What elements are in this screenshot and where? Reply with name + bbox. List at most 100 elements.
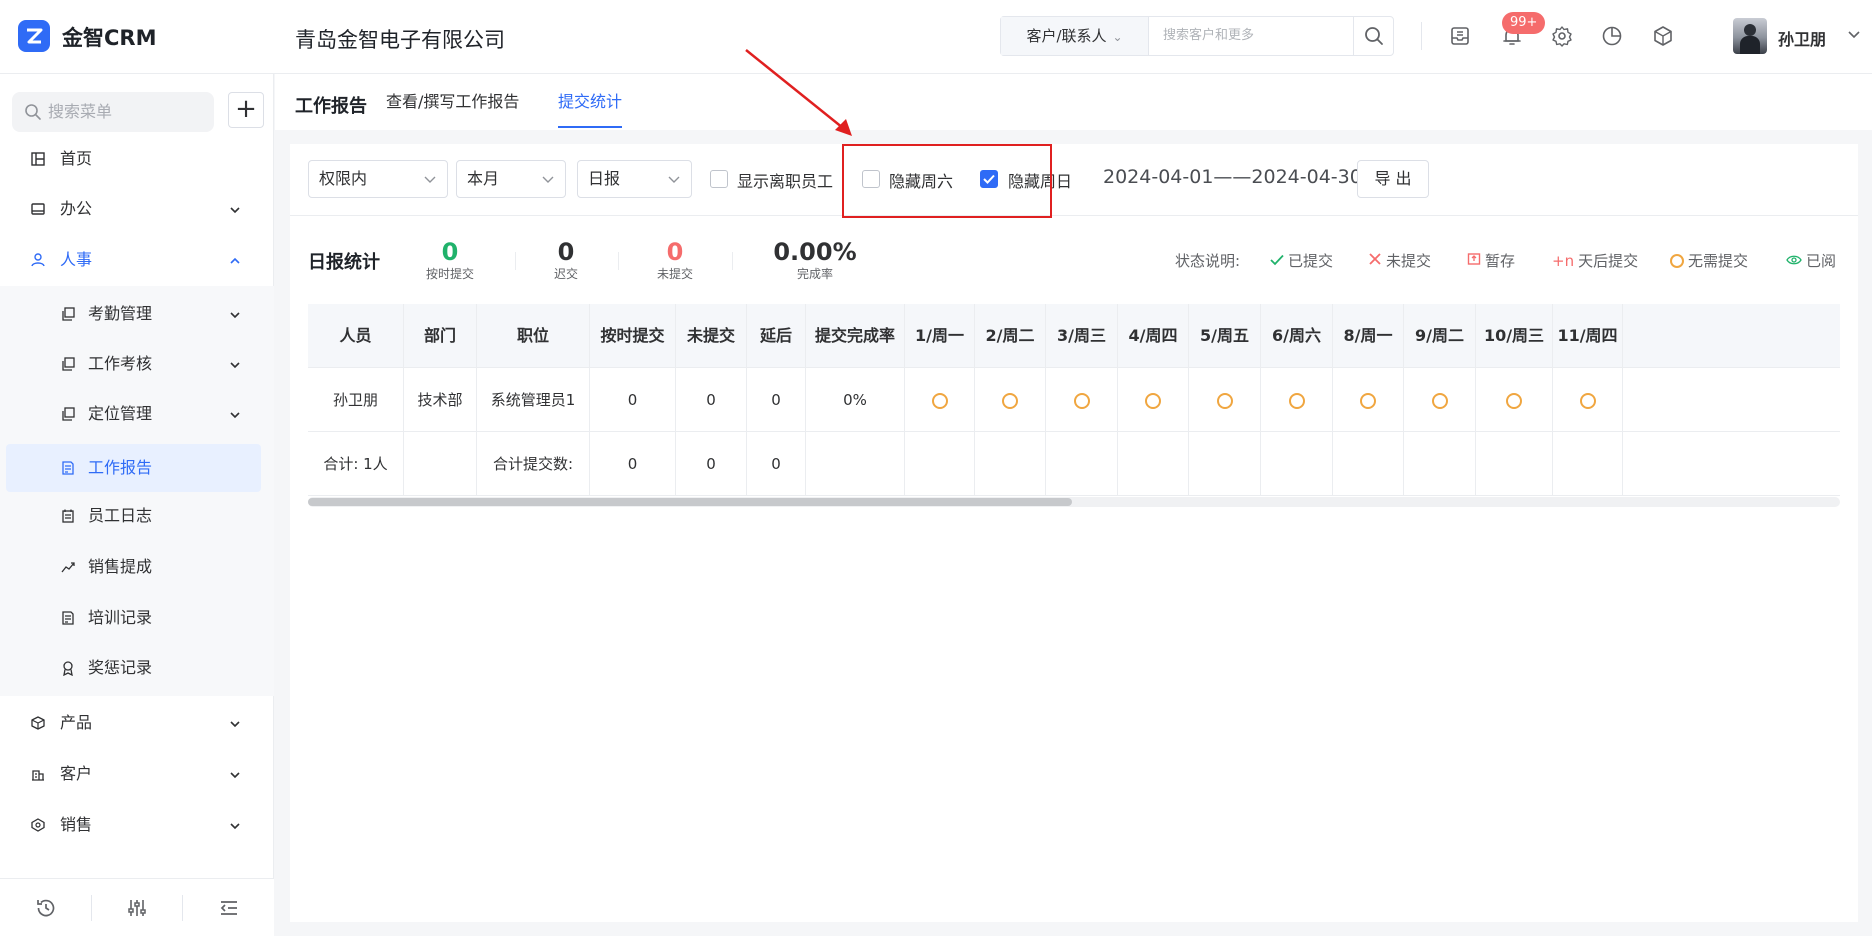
people-icon [31,253,45,267]
legend-not-submitted: 未提交 [1368,250,1431,271]
menu-search-placeholder: 搜索菜单 [48,102,113,121]
add-menu-button[interactable]: + [228,92,264,128]
table-cell [404,432,477,496]
sidebar-item-product[interactable]: 产品 [0,698,274,748]
scope-select[interactable]: 权限内 [308,160,448,198]
sidebar-item-training[interactable]: 培训记录 [0,594,274,642]
pie-chart-icon[interactable] [1600,24,1624,48]
no-submit-required-cell[interactable] [1476,368,1553,432]
no-submit-required-cell[interactable] [1333,368,1404,432]
sidebar-item-home[interactable]: 首页 [0,134,274,184]
sidebar-item-assessment[interactable]: 工作考核 [0,340,274,388]
column-header: 提交完成率 [806,304,905,368]
table-cell [975,432,1046,496]
box-icon[interactable] [1651,24,1675,48]
sidebar-item-sales[interactable]: 销售 [0,800,274,850]
column-header: 5/周五 [1189,304,1261,368]
column-header: 6/周六 [1261,304,1333,368]
sidebar-item-sales-commission[interactable]: 销售提成 [0,543,274,591]
sidebar-item-customer[interactable]: 客户 [0,749,274,799]
sidebar-item-location[interactable]: 定位管理 [0,390,274,438]
sidebar-item-attendance[interactable]: 考勤管理 [0,290,274,338]
horizontal-scrollbar[interactable] [308,497,1840,507]
menu-search-input[interactable]: 搜索菜单 [12,92,214,132]
legend-not-required: 无需提交 [1670,250,1748,271]
report-icon [62,461,74,475]
sidebar-item-hr[interactable]: 人事 [0,235,274,285]
column-header: 延后 [747,304,806,368]
sliders-icon[interactable] [125,896,149,920]
search-type-label: 客户/联系人 [1026,27,1107,45]
home-icon [31,152,45,166]
circle-icon [1002,392,1018,409]
stat-on-time: 0 按时提交 [410,238,490,282]
stat-divider [515,252,516,270]
export-button[interactable]: 导 出 [1357,160,1429,198]
table-cell: 0% [806,368,905,432]
no-submit-required-cell[interactable] [975,368,1046,432]
table-cell: 0 [590,432,676,496]
header-divider [1421,22,1422,50]
no-submit-required-cell[interactable] [1553,368,1623,432]
report-type-select[interactable]: 日报 [577,160,692,198]
inbox-icon[interactable] [1448,24,1472,48]
show-resigned-label[interactable]: 显示离职员工 [737,168,833,192]
search-type-select[interactable]: 客户/联系人 ⌄ [1001,17,1149,55]
show-resigned-checkbox[interactable] [710,170,728,188]
sidebar-item-label: 销售 [60,815,93,834]
tab-submit-stats[interactable]: 提交统计 [558,74,623,130]
table-cell [1261,432,1333,496]
no-submit-required-cell[interactable] [1118,368,1189,432]
column-header: 9/周二 [1404,304,1476,368]
no-submit-required-cell[interactable] [1261,368,1333,432]
collapse-menu-icon[interactable] [217,896,241,920]
calendar-icon [62,509,74,523]
table-cell [1046,432,1118,496]
table-cell: 0 [747,368,806,432]
column-header: 职位 [477,304,590,368]
table-cell: 孙卫朋 [308,368,404,432]
no-submit-required-cell[interactable] [905,368,975,432]
history-icon[interactable] [34,896,58,920]
user-name[interactable]: 孙卫朋 [1778,26,1826,50]
stat-missing-value: 0 [666,238,684,266]
sidebar-item-label: 客户 [60,764,93,783]
scrollbar-thumb[interactable] [308,498,1072,506]
sidebar: 搜索菜单 + 首页 办公 人事 考勤管理 工作考核 定位管理 工作报告 员工日志 [0,74,274,936]
sidebar-item-office[interactable]: 办公 [0,184,274,234]
sidebar-item-rewards[interactable]: 奖惩记录 [0,644,274,692]
avatar[interactable] [1733,18,1767,54]
column-header: 未提交 [676,304,747,368]
no-submit-required-cell[interactable] [1046,368,1118,432]
table-cell [806,432,905,496]
tab-view-write-report[interactable]: 查看/撰写工作报告 [386,74,519,130]
annotation-highlight-box [842,144,1052,218]
stat-divider [732,252,733,270]
table-cell [1118,432,1189,496]
sidebar-item-label: 销售提成 [88,557,153,576]
gear-icon[interactable] [1550,24,1574,48]
chevron-down-icon [230,823,240,830]
circle-icon [1579,392,1596,409]
column-header: 8/周一 [1333,304,1404,368]
circle-icon [1145,392,1161,409]
search-icon [1365,27,1383,45]
stats-table: 人员 部门 职位 按时提交 未提交 延后 提交完成率 1/周一 2/周二 3/周… [308,304,1840,502]
check-icon [1270,254,1284,266]
no-submit-required-cell[interactable] [1189,368,1261,432]
search-input[interactable]: 搜索客户和更多 [1163,17,1254,55]
legend-read: 已阅 [1786,250,1836,271]
chevron-down-icon[interactable] [1846,26,1862,42]
legend-label: 暂存 [1485,252,1516,270]
table-header-row: 人员 部门 职位 按时提交 未提交 延后 提交完成率 1/周一 2/周二 3/周… [308,304,1840,368]
table-cell [1476,432,1553,496]
search-button[interactable] [1353,17,1393,55]
chevron-down-icon [230,721,240,728]
sidebar-item-employee-log[interactable]: 员工日志 [0,492,274,540]
sidebar-item-work-report[interactable]: 工作报告 [6,444,261,492]
no-submit-required-cell[interactable] [1404,368,1476,432]
legend-label: 已阅 [1806,252,1837,270]
column-header: 部门 [404,304,477,368]
column-header: 4/周四 [1118,304,1189,368]
period-select[interactable]: 本月 [456,160,566,198]
